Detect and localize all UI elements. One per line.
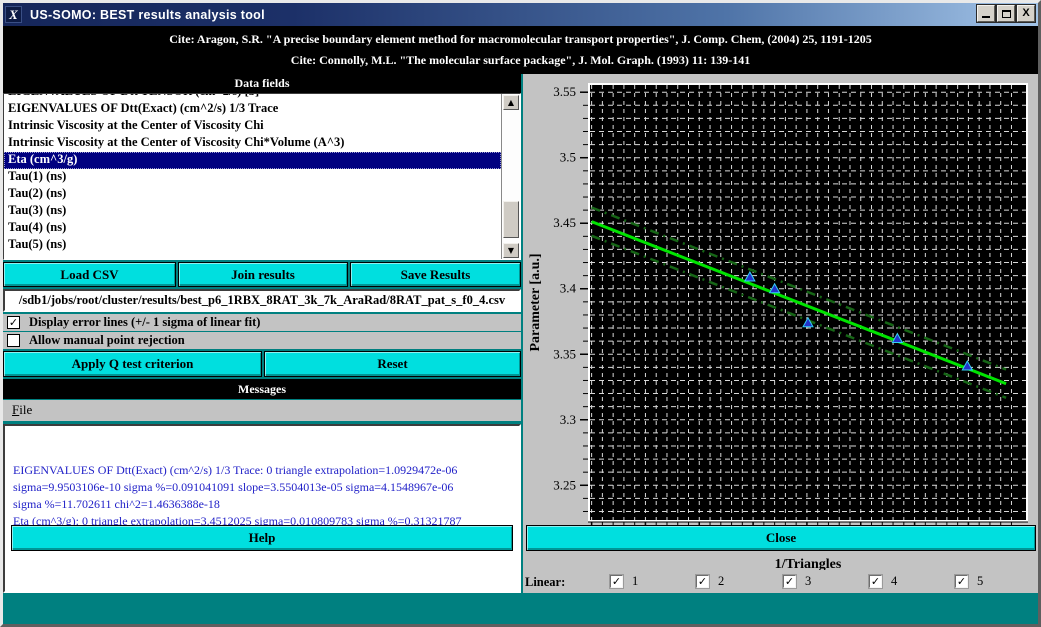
checkbox-icon[interactable]: ✓ [610, 575, 623, 588]
y-axis-tick-label: 3.45 [553, 215, 576, 230]
data-fields-scrollbar[interactable]: ▲ ▼ [501, 94, 520, 259]
linear-curve-number: 2 [718, 574, 724, 589]
display-error-lines-label: Display error lines (+/- 1 sigma of line… [29, 315, 260, 330]
y-axis-tick-label: 3.55 [553, 84, 576, 99]
app-window: X US-SOMO: BEST results analysis tool X … [0, 0, 1041, 627]
save-results-button[interactable]: Save Results [350, 262, 521, 287]
linear-curve-5-checkbox[interactable]: ✓5 [955, 574, 983, 589]
title-bar[interactable]: X US-SOMO: BEST results analysis tool X [3, 3, 1038, 26]
csv-path-field[interactable]: /sdb1/jobs/root/cluster/results/best_p6_… [3, 289, 521, 312]
linear-curve-4-checkbox[interactable]: ✓4 [869, 574, 897, 589]
messages-menubar: File [3, 400, 521, 421]
minimize-button[interactable] [977, 5, 995, 22]
linear-curve-number: 4 [891, 574, 897, 589]
linear-checkbox-row: Linear: ✓1✓2✓3✓4✓5 [523, 574, 1038, 592]
list-item[interactable]: EIGENVALUES OF Dtt(Exact) (cm^2/s) 1/3 T… [4, 101, 501, 118]
checkbox-icon[interactable]: ✓ [869, 575, 882, 588]
message-line: EIGENVALUES OF Dtt(Exact) (cm^2/s) 1/3 T… [13, 462, 519, 479]
y-axis-tick-label: 3.3 [560, 412, 576, 427]
list-item[interactable]: Intrinsic Viscosity at the Center of Vis… [4, 135, 501, 152]
parameter-vs-inverse-triangles-plot[interactable]: 3.253.33.353.43.453.53.5505e-050.00010.0… [523, 74, 1038, 570]
citation-line: Cite: Connolly, M.L. "The molecular surf… [291, 53, 750, 68]
close-icon: X [1018, 6, 1034, 21]
file-menu[interactable]: File [12, 402, 32, 418]
plot-panel: 3.253.33.353.43.453.53.5505e-050.00010.0… [523, 74, 1038, 593]
data-fields-header: Data fields [3, 74, 521, 93]
linear-curve-number: 1 [632, 574, 638, 589]
messages-header: Messages [3, 379, 521, 399]
message-line: sigma %=11.702611 chi^2=1.4636388e-18 [13, 496, 519, 513]
scrollbar-thumb[interactable] [503, 201, 519, 238]
allow-point-rejection-row[interactable]: Allow manual point rejection [3, 332, 521, 349]
maximize-button[interactable] [997, 5, 1015, 22]
scroll-down-icon[interactable]: ▼ [503, 243, 519, 258]
load-csv-button[interactable]: Load CSV [3, 262, 176, 287]
citation-line: Cite: Aragon, S.R. "A precise boundary e… [169, 32, 871, 47]
help-button[interactable]: Help [11, 525, 513, 551]
linear-curve-number: 3 [805, 574, 811, 589]
y-axis-tick-label: 3.5 [560, 150, 576, 165]
join-results-button[interactable]: Join results [178, 262, 348, 287]
close-button[interactable]: X [1017, 5, 1035, 22]
display-error-lines-checkbox[interactable]: ✓ [7, 316, 20, 329]
linear-curve-3-checkbox[interactable]: ✓3 [783, 574, 811, 589]
plot-canvas[interactable] [590, 85, 1026, 520]
messages-text-area[interactable]: EIGENVALUES OF Dtt(Exact) (cm^2/s) 1/3 T… [3, 424, 521, 593]
left-panel: Data fields EIGENVALUES OF Dtt TENSOR (c… [3, 74, 521, 593]
scroll-up-icon[interactable]: ▲ [503, 95, 519, 110]
data-fields-list[interactable]: EIGENVALUES OF Dtt TENSOR (cm^2/s) [3]EI… [3, 93, 521, 260]
allow-point-rejection-label: Allow manual point rejection [29, 333, 185, 348]
display-error-lines-row[interactable]: ✓ Display error lines (+/- 1 sigma of li… [3, 314, 521, 331]
list-item[interactable]: Eta (cm^3/g) [4, 152, 501, 169]
linear-label: Linear: [525, 575, 565, 590]
list-item[interactable]: Tau(4) (ns) [4, 220, 501, 237]
linear-curve-number: 5 [977, 574, 983, 589]
data-fields-list-viewport: EIGENVALUES OF Dtt TENSOR (cm^2/s) [3]EI… [4, 93, 501, 254]
list-item[interactable]: EIGENVALUES OF Dtt TENSOR (cm^2/s) [3] [4, 93, 501, 101]
y-axis-tick-label: 3.35 [553, 346, 576, 361]
window-title: US-SOMO: BEST results analysis tool [30, 8, 265, 22]
checkbox-icon[interactable]: ✓ [955, 575, 968, 588]
x11-app-icon: X [5, 6, 22, 23]
y-axis-title: Parameter [a.u.] [528, 253, 543, 351]
linear-curve-2-checkbox[interactable]: ✓2 [696, 574, 724, 589]
y-axis-tick-label: 3.4 [560, 281, 577, 296]
citation-bar: Cite: Aragon, S.R. "A precise boundary e… [3, 26, 1038, 74]
message-line: sigma=9.9503106e-10 sigma %=0.091041091 … [13, 479, 519, 496]
list-item[interactable]: Intrinsic Viscosity at the Center of Vis… [4, 118, 501, 135]
maximize-icon [1002, 10, 1011, 18]
list-item[interactable]: Tau(1) (ns) [4, 169, 501, 186]
x-axis-title: 1/Triangles [775, 557, 842, 570]
list-item[interactable]: Tau(3) (ns) [4, 203, 501, 220]
apply-q-test-button[interactable]: Apply Q test criterion [3, 351, 262, 377]
reset-button[interactable]: Reset [264, 351, 521, 377]
checkbox-icon[interactable]: ✓ [783, 575, 796, 588]
linear-curve-1-checkbox[interactable]: ✓1 [610, 574, 638, 589]
allow-point-rejection-checkbox[interactable] [7, 334, 20, 347]
list-item[interactable]: Tau(2) (ns) [4, 186, 501, 203]
list-item[interactable]: Tau(5) (ns) [4, 237, 501, 254]
checkbox-icon[interactable]: ✓ [696, 575, 709, 588]
close-dialog-button[interactable]: Close [526, 525, 1036, 551]
y-axis-tick-label: 3.25 [553, 477, 576, 492]
minimize-icon [982, 16, 990, 18]
